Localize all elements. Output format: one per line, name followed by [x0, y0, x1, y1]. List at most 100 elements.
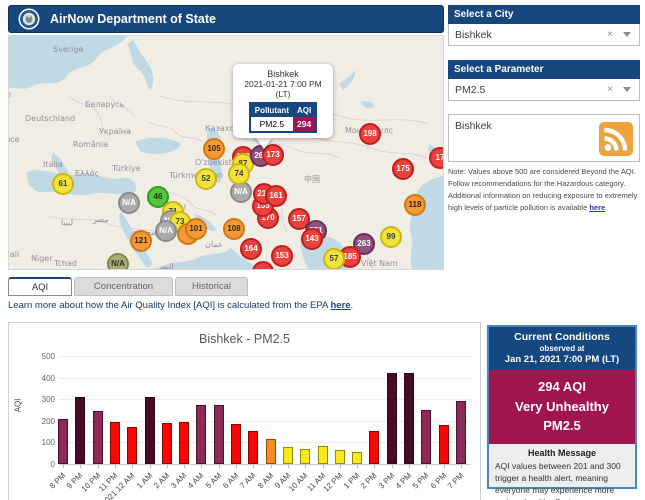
aqi-map-marker[interactable]: 108	[223, 218, 245, 240]
airnow-page: AirNow Department of State	[0, 0, 645, 500]
chart-x-tick	[392, 465, 393, 468]
map-place-label: عمان	[205, 240, 223, 249]
chart-y-tick: 0	[25, 460, 55, 469]
chart-x-tick	[305, 465, 306, 468]
aqi-map-marker[interactable]: 17	[429, 147, 444, 169]
chart-bar[interactable]	[369, 431, 379, 464]
aqi-map-marker[interactable]: 101	[185, 218, 207, 240]
parameter-select-value: PM2.5	[455, 84, 485, 96]
select-city-panel: Select a City Bishkek ×	[448, 5, 640, 46]
city-caret-down-icon[interactable]	[623, 32, 631, 37]
popup-timezone: (LT)	[233, 89, 333, 99]
chart-x-tick	[236, 465, 237, 468]
chart-x-tick	[374, 465, 375, 468]
map-place-label: France	[8, 135, 20, 144]
chart-bar[interactable]	[335, 450, 345, 464]
aqi-map-marker[interactable]: N/A	[107, 253, 129, 270]
aqi-map-marker[interactable]: 161	[265, 185, 287, 207]
page-title: AirNow Department of State	[50, 12, 216, 26]
chart-bar[interactable]	[196, 405, 206, 464]
note-body: Note: Values above 500 are considered Be…	[448, 167, 637, 212]
tab-concentration[interactable]: Concentration	[74, 277, 173, 296]
chart-x-tick	[426, 465, 427, 468]
tab-historical[interactable]: Historical	[175, 277, 248, 296]
chart-bar[interactable]	[387, 373, 397, 464]
chart-bar[interactable]	[283, 447, 293, 464]
map-place-label: Tchad	[54, 259, 77, 268]
map-place-label: România	[73, 140, 108, 149]
chart-x-tick	[115, 465, 116, 468]
rss-icon[interactable]	[599, 122, 633, 156]
learn-more-suffix: .	[351, 300, 354, 311]
note-here-link[interactable]: here	[589, 203, 605, 212]
chart-bar[interactable]	[421, 410, 431, 464]
chart-x-tick	[219, 465, 220, 468]
chart-x-tick	[98, 465, 99, 468]
aqi-map-marker[interactable]: 105	[203, 138, 225, 160]
aqi-map-marker[interactable]: 121	[130, 230, 152, 252]
aqi-map-marker[interactable]: 164	[240, 238, 262, 260]
chart-bar[interactable]	[456, 401, 466, 464]
chart-x-tick	[184, 465, 185, 468]
parameter-caret-down-icon[interactable]	[623, 87, 631, 92]
aqi-map-marker[interactable]: 52	[195, 168, 217, 190]
cc-health-message: Health Message AQI values between 201 an…	[489, 444, 635, 500]
aqi-map-marker[interactable]: N/A	[118, 192, 140, 214]
chart-bar[interactable]	[110, 422, 120, 464]
city-select[interactable]: Bishkek ×	[448, 24, 640, 46]
parameter-select[interactable]: PM2.5 ×	[448, 79, 640, 101]
chart-x-tick	[444, 465, 445, 468]
chart-bar[interactable]	[127, 427, 137, 464]
aqi-map-marker[interactable]: 57	[323, 248, 345, 270]
aqi-map-marker[interactable]: 99	[380, 226, 402, 248]
chart-bar[interactable]	[214, 405, 224, 464]
popup-col-pollutant: Pollutant	[250, 103, 293, 117]
map-place-label: Deutschland	[25, 114, 75, 123]
map-place-label: Italia	[43, 160, 63, 169]
aqi-map-marker[interactable]: 74	[228, 163, 250, 185]
aqi-map-marker[interactable]: N/A	[155, 220, 177, 242]
current-conditions-panel: Current Conditions observed at Jan 21, 2…	[487, 325, 637, 489]
cc-health-title: Health Message	[495, 448, 629, 458]
select-parameter-header: Select a Parameter	[448, 60, 640, 79]
chart-gridline	[59, 356, 471, 357]
popup-pointer	[255, 137, 273, 149]
chart-x-tick	[461, 465, 462, 468]
chart-bar[interactable]	[266, 439, 276, 464]
aqi-map-marker[interactable]: 143	[301, 228, 323, 250]
aqi-map-marker[interactable]: 61	[52, 173, 74, 195]
epa-here-link[interactable]: here	[330, 300, 350, 311]
map-popup[interactable]: Bishkek 2021-01-21 7:00 PM (LT) Pollutan…	[233, 64, 333, 138]
tab-aqi[interactable]: AQI	[8, 277, 72, 296]
map-place-label: Sverige	[53, 45, 83, 54]
chart-bar[interactable]	[300, 449, 310, 464]
aqi-bar-chart: Bishkek - PM2.5 AQI 01002003004005008 PM…	[8, 322, 481, 500]
chart-bar[interactable]	[162, 423, 172, 464]
parameter-clear-icon[interactable]: ×	[607, 84, 613, 95]
aqi-map-marker[interactable]: 153	[271, 245, 293, 267]
chart-y-axis-label: AQI	[13, 399, 22, 413]
chart-bar[interactable]	[318, 446, 328, 464]
chart-bar[interactable]	[93, 411, 103, 464]
chart-bar[interactable]	[75, 397, 85, 464]
aqi-map-marker[interactable]: 118	[404, 194, 426, 216]
map-place-label: United Kingdom	[8, 90, 11, 99]
chart-bar[interactable]	[179, 422, 189, 464]
aqi-map-marker[interactable]: 175	[392, 158, 414, 180]
chart-bar[interactable]	[439, 425, 449, 464]
aqi-map-marker[interactable]: 198	[359, 123, 381, 145]
chart-bar[interactable]	[248, 431, 258, 464]
map-place-label: Türkiye	[112, 164, 141, 173]
aqi-map[interactable]: SverigeUnited KingdomDeutschlandБеларусь…	[8, 35, 444, 270]
city-clear-icon[interactable]: ×	[607, 29, 613, 40]
popup-table: Pollutant AQI PM2.5 294	[249, 102, 317, 133]
chart-bar[interactable]	[352, 452, 362, 464]
chart-x-tick	[132, 465, 133, 468]
chart-bar[interactable]	[145, 397, 155, 464]
select-parameter-panel: Select a Parameter PM2.5 ×	[448, 60, 640, 101]
chart-bar[interactable]	[231, 424, 241, 464]
chart-bar[interactable]	[404, 373, 414, 464]
chart-bar[interactable]	[58, 419, 68, 464]
city-select-value: Bishkek	[455, 29, 492, 41]
map-place-label: Niger	[31, 254, 53, 263]
